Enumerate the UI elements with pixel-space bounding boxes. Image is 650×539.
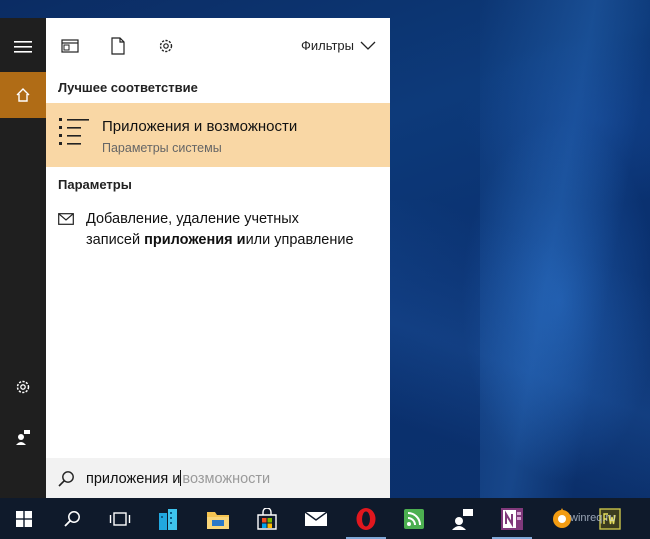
opera-icon — [356, 507, 376, 530]
taskbar-app-people[interactable] — [438, 498, 486, 539]
building-app-icon — [159, 508, 177, 530]
settings-result-line2-pre: записей — [86, 232, 145, 248]
settings-result-text: Добавление, удаление учетных записей при… — [86, 209, 386, 251]
best-match-title-rest: возможности — [202, 118, 298, 135]
home-icon — [16, 88, 30, 102]
search-suggestion: возможности — [182, 471, 271, 487]
settings-button[interactable] — [0, 364, 46, 410]
search-typed-text: приложения и — [86, 471, 181, 487]
document-icon — [111, 37, 125, 55]
taskbar — [0, 498, 650, 539]
gear-icon — [16, 380, 30, 394]
best-match-title: Приложения и возможности — [102, 118, 297, 135]
apps-filter-button[interactable] — [60, 36, 80, 56]
taskbar-app-opera[interactable] — [342, 498, 390, 539]
feedback-button[interactable] — [0, 414, 46, 460]
settings-result[interactable]: Добавление, удаление учетных записей при… — [46, 204, 390, 254]
filters-dropdown[interactable]: Фильтры — [301, 38, 376, 53]
start-button[interactable] — [0, 498, 48, 539]
app-window-icon — [61, 39, 79, 53]
task-view-button[interactable] — [96, 498, 144, 539]
hamburger-icon — [14, 41, 32, 53]
search-box[interactable]: приложения и возможности — [46, 458, 390, 498]
settings-heading: Параметры — [58, 177, 132, 192]
best-match-subtitle: Параметры системы — [102, 141, 222, 155]
best-match-result[interactable]: Приложения и возможности Параметры систе… — [46, 103, 390, 167]
search-input[interactable]: приложения и возможности — [86, 470, 270, 487]
wallpaper-light-beam-2 — [390, 200, 650, 498]
search-icon — [63, 511, 80, 527]
gear-icon — [159, 39, 173, 53]
file-explorer-icon — [207, 511, 229, 529]
best-match-title-bold: Приложения и — [102, 118, 203, 135]
apps-list-icon — [59, 118, 89, 145]
best-match-heading: Лучшее соответствие — [58, 80, 198, 95]
mail-icon — [304, 510, 328, 526]
taskbar-search-button[interactable] — [48, 498, 96, 539]
documents-filter-button[interactable] — [108, 36, 128, 56]
people-icon — [452, 508, 473, 530]
onenote-icon — [501, 507, 523, 530]
search-icon — [58, 471, 74, 487]
start-icon — [16, 510, 32, 527]
filters-label: Фильтры — [300, 38, 354, 53]
settings-result-line2-post: или управление — [245, 232, 354, 248]
taskbar-app-onenote[interactable] — [488, 498, 536, 539]
mail-icon — [58, 213, 74, 225]
taskbar-app-feed[interactable] — [390, 498, 438, 539]
taskbar-app-buildings[interactable] — [144, 498, 192, 539]
hamburger-menu-button[interactable] — [0, 24, 46, 70]
store-icon — [257, 507, 277, 530]
home-button[interactable] — [0, 72, 46, 118]
start-rail — [0, 18, 46, 498]
search-toolbar: Фильтры — [46, 18, 390, 70]
search-panel: Фильтры Лучшее соответствие Приложения и… — [46, 18, 390, 498]
settings-result-line2-bold: приложения и — [144, 232, 246, 248]
settings-result-line1: Добавление, удаление учетных — [86, 211, 299, 227]
taskbar-app-explorer[interactable] — [194, 498, 242, 539]
chevron-down-icon — [360, 41, 376, 50]
taskbar-app-store[interactable] — [243, 498, 291, 539]
watermark-text: winreq.ru — [570, 512, 616, 524]
task-view-icon — [109, 511, 131, 526]
taskbar-app-mail[interactable] — [292, 498, 340, 539]
feed-reader-icon — [404, 508, 424, 529]
person-feedback-icon — [16, 430, 30, 445]
settings-filter-button[interactable] — [156, 36, 176, 56]
